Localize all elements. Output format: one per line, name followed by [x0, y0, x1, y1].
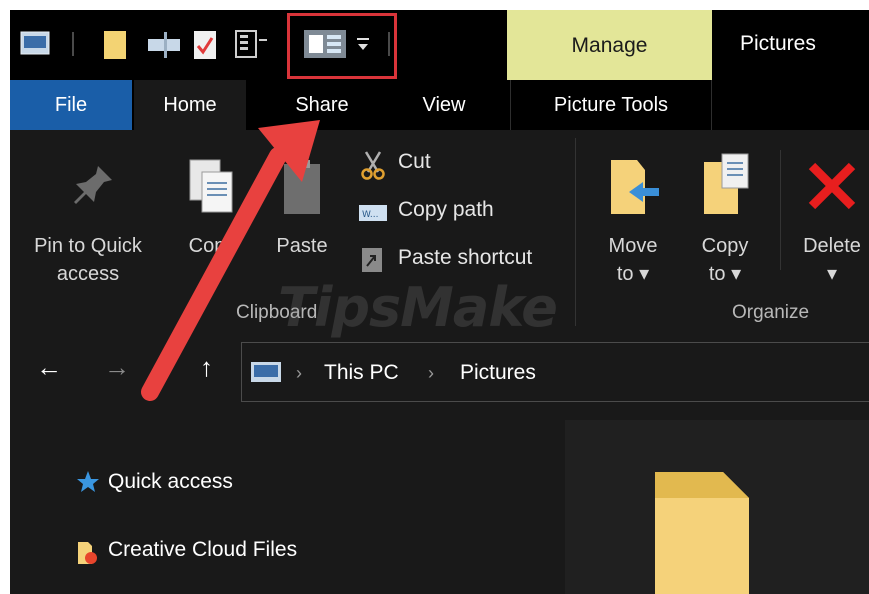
manage-contextual-tab[interactable]: Manage: [507, 10, 712, 82]
paste-shortcut-icon: [360, 246, 384, 279]
copy-path-icon: W...: [358, 202, 388, 229]
forward-arrow-icon[interactable]: →: [104, 352, 130, 383]
breadcrumb-this-pc[interactable]: This PC: [324, 361, 399, 385]
ribbon-tabs: File Home Share View Picture Tools: [10, 80, 869, 130]
breadcrumb-pictures[interactable]: Pictures: [460, 361, 536, 385]
move-to-button[interactable]: Move to ▾: [598, 232, 668, 288]
pin-label-line1: Pin to Quick: [34, 235, 142, 257]
svg-text:W...: W...: [362, 210, 378, 220]
move-to-line1: Move: [608, 235, 658, 257]
window-icon[interactable]: [20, 30, 50, 61]
back-arrow-icon[interactable]: ←: [36, 352, 62, 383]
tab-share[interactable]: Share: [272, 80, 372, 130]
file-explorer-window: Manage Pictures File Home Share View Pic…: [10, 10, 869, 594]
delete-line2: ▾: [826, 263, 838, 285]
breadcrumb-separator-icon: ›: [296, 363, 302, 383]
quick-access-star-icon: [76, 470, 100, 499]
checklist-icon[interactable]: [192, 30, 218, 65]
copy-to-line2: to ▾: [708, 263, 742, 285]
breadcrumb-separator-icon: ›: [428, 363, 434, 383]
nav-item-quick-access[interactable]: Quick access: [108, 470, 233, 494]
delete-line1: Delete: [803, 235, 861, 257]
paste-icon: [280, 158, 324, 223]
scissors-icon: [360, 150, 386, 185]
layout-icon[interactable]: [235, 30, 269, 65]
paste-shortcut-button[interactable]: Paste shortcut: [398, 246, 532, 270]
delete-button[interactable]: Delete ▾: [792, 232, 869, 288]
tab-view[interactable]: View: [390, 80, 498, 130]
recent-locations-chevron-icon[interactable]: ⌄: [160, 358, 173, 378]
creative-cloud-folder-icon: [76, 538, 100, 571]
highlight-box: [287, 13, 397, 79]
folder-icon[interactable]: [645, 460, 765, 594]
nav-item-creative-cloud-files[interactable]: Creative Cloud Files: [108, 538, 297, 562]
properties-icon[interactable]: [102, 30, 128, 65]
group-divider: [575, 138, 576, 326]
copy-to-icon: [700, 152, 754, 221]
up-arrow-icon[interactable]: ↑: [200, 352, 213, 383]
copy-to-button[interactable]: Copy to ▾: [690, 232, 760, 288]
copy-icon: [188, 158, 238, 223]
toolbar-separator: [72, 32, 74, 56]
copy-button[interactable]: Copy: [182, 232, 242, 260]
this-pc-icon: [250, 361, 282, 390]
move-to-icon: [607, 156, 661, 223]
address-bar[interactable]: › This PC › Pictures: [241, 342, 869, 402]
move-to-line2: to ▾: [616, 263, 650, 285]
pin-label-line2: access: [56, 263, 120, 285]
navigation-bar: ← → ⌄ ↑ › This PC › Pictures: [10, 330, 869, 410]
copy-path-button[interactable]: Copy path: [398, 198, 494, 222]
window-title: Pictures: [740, 32, 816, 55]
pin-icon: [72, 162, 116, 211]
quick-access-toolbar: Manage Pictures: [10, 10, 869, 82]
rename-icon[interactable]: [147, 30, 181, 65]
manage-label: Manage: [571, 34, 648, 57]
delete-x-icon: [806, 160, 858, 217]
tab-file[interactable]: File: [10, 80, 132, 130]
paste-button[interactable]: Paste: [267, 232, 337, 260]
cut-button[interactable]: Cut: [398, 150, 431, 174]
tab-picture-tools[interactable]: Picture Tools: [510, 80, 712, 130]
file-list: [565, 420, 869, 594]
pin-to-quick-access-button[interactable]: Pin to Quick access: [18, 232, 158, 288]
navigation-pane: Quick access Creative Cloud Files: [10, 410, 565, 594]
organize-group-label: Organize: [732, 302, 810, 323]
group-divider: [780, 150, 781, 270]
tab-home[interactable]: Home: [134, 80, 246, 130]
watermark: TipsMake: [278, 276, 558, 339]
copy-to-line1: Copy: [701, 235, 749, 257]
